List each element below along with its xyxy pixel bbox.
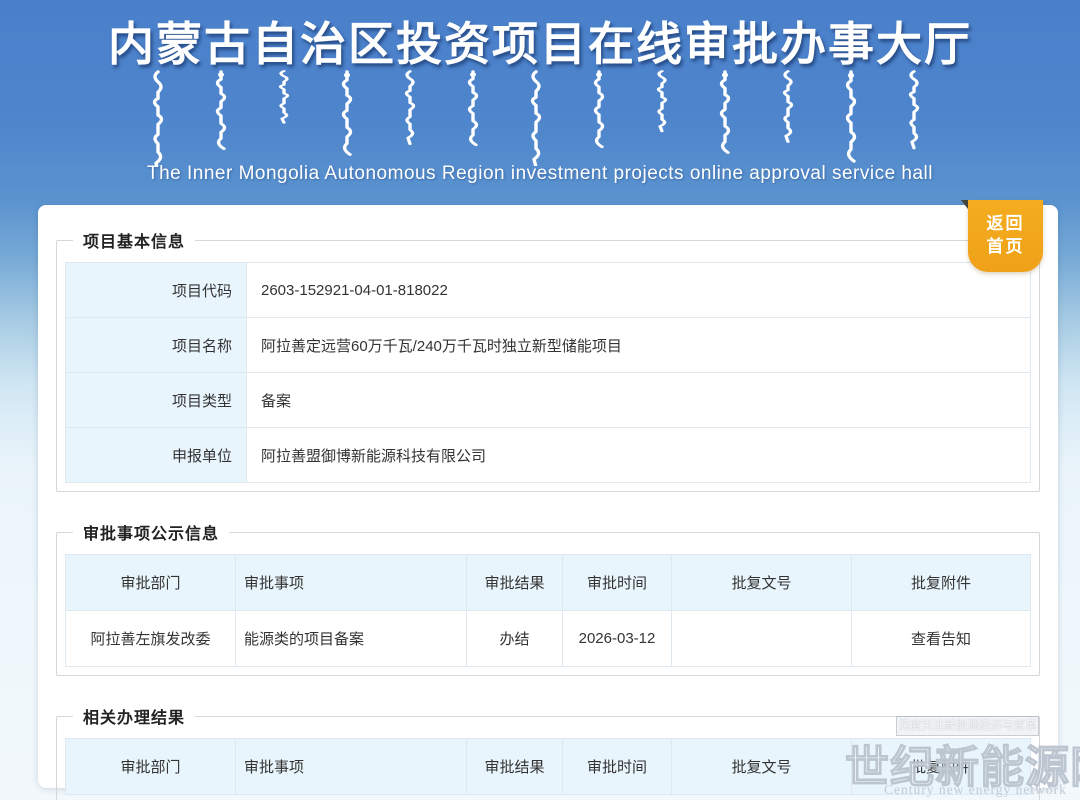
approval-public-table: 审批部门 审批事项 审批结果 审批时间 批复文号 批复附件 阿拉善左旗发改委 能… (65, 554, 1031, 667)
col-header-time: 审批时间 (563, 739, 672, 795)
page: 内蒙古自治区投资项目在线审批办事大厅 The Inner Mongolia Au… (0, 0, 1080, 800)
field-value-project-name: 阿拉善定远营60万千瓦/240万千瓦时独立新型储能项目 (247, 318, 1031, 373)
field-label-project-type: 项目类型 (66, 373, 247, 428)
return-home-label-line2: 首页 (968, 235, 1043, 258)
col-header-result: 审批结果 (467, 739, 563, 795)
mongolian-script-decoration (130, 70, 950, 166)
section-title-related-results: 相关办理结果 (73, 704, 195, 728)
site-title: 内蒙古自治区投资项目在线审批办事大厅 (0, 8, 1080, 74)
site-subtitle-english: The Inner Mongolia Autonomous Region inv… (0, 163, 1080, 185)
table-header-row: 审批部门 审批事项 审批结果 审批时间 批复文号 批复附件 (66, 555, 1031, 611)
cell-item: 能源类的项目备案 (236, 611, 467, 667)
field-label-project-code: 项目代码 (66, 263, 247, 318)
table-row: 项目代码 2603-152921-04-01-818022 (66, 263, 1031, 318)
cell-doc-no (672, 611, 852, 667)
field-value-project-code: 2603-152921-04-01-818022 (247, 263, 1031, 318)
section-approval-public: 审批事项公示信息 审批部门 审批事项 审批结果 审批时间 批复文号 批复附件 阿… (56, 520, 1040, 676)
col-header-doc-no: 批复文号 (672, 555, 852, 611)
section-basic-info: 项目基本信息 项目代码 2603-152921-04-01-818022 项目名… (56, 228, 1040, 492)
table-row: 申报单位 阿拉善盟御博新能源科技有限公司 (66, 428, 1031, 483)
table-row: 项目类型 备案 (66, 373, 1031, 428)
col-header-item: 审批事项 (236, 555, 467, 611)
field-label-project-name: 项目名称 (66, 318, 247, 373)
col-header-dept: 审批部门 (66, 555, 236, 611)
watermark-brand-en: Century new energy network (884, 782, 1067, 798)
return-home-button[interactable]: 返回 首页 (968, 200, 1043, 272)
col-header-result: 审批结果 (467, 555, 563, 611)
content-panel: 项目基本信息 项目代码 2603-152921-04-01-818022 项目名… (38, 205, 1058, 788)
table-row: 阿拉善左旗发改委 能源类的项目备案 办结 2026-03-12 查看告知 (66, 611, 1031, 667)
field-value-applicant: 阿拉善盟御博新能源科技有限公司 (247, 428, 1031, 483)
view-notice-link[interactable]: 查看告知 (852, 611, 1031, 667)
col-header-item: 审批事项 (236, 739, 467, 795)
col-header-time: 审批时间 (563, 555, 672, 611)
cell-time: 2026-03-12 (563, 611, 672, 667)
return-home-label-line1: 返回 (968, 212, 1043, 235)
col-header-dept: 审批部门 (66, 739, 236, 795)
cell-result: 办结 (467, 611, 563, 667)
col-header-doc-no: 批复文号 (672, 739, 852, 795)
section-title-basic-info: 项目基本信息 (73, 228, 195, 252)
field-value-project-type: 备案 (247, 373, 1031, 428)
table-row: 项目名称 阿拉善定远营60万千瓦/240万千瓦时独立新型储能项目 (66, 318, 1031, 373)
basic-info-table: 项目代码 2603-152921-04-01-818022 项目名称 阿拉善定远… (65, 262, 1031, 483)
col-header-attachment: 批复附件 (852, 555, 1031, 611)
section-title-approval-public: 审批事项公示信息 (73, 520, 229, 544)
field-label-applicant: 申报单位 (66, 428, 247, 483)
cell-dept: 阿拉善左旗发改委 (66, 611, 236, 667)
